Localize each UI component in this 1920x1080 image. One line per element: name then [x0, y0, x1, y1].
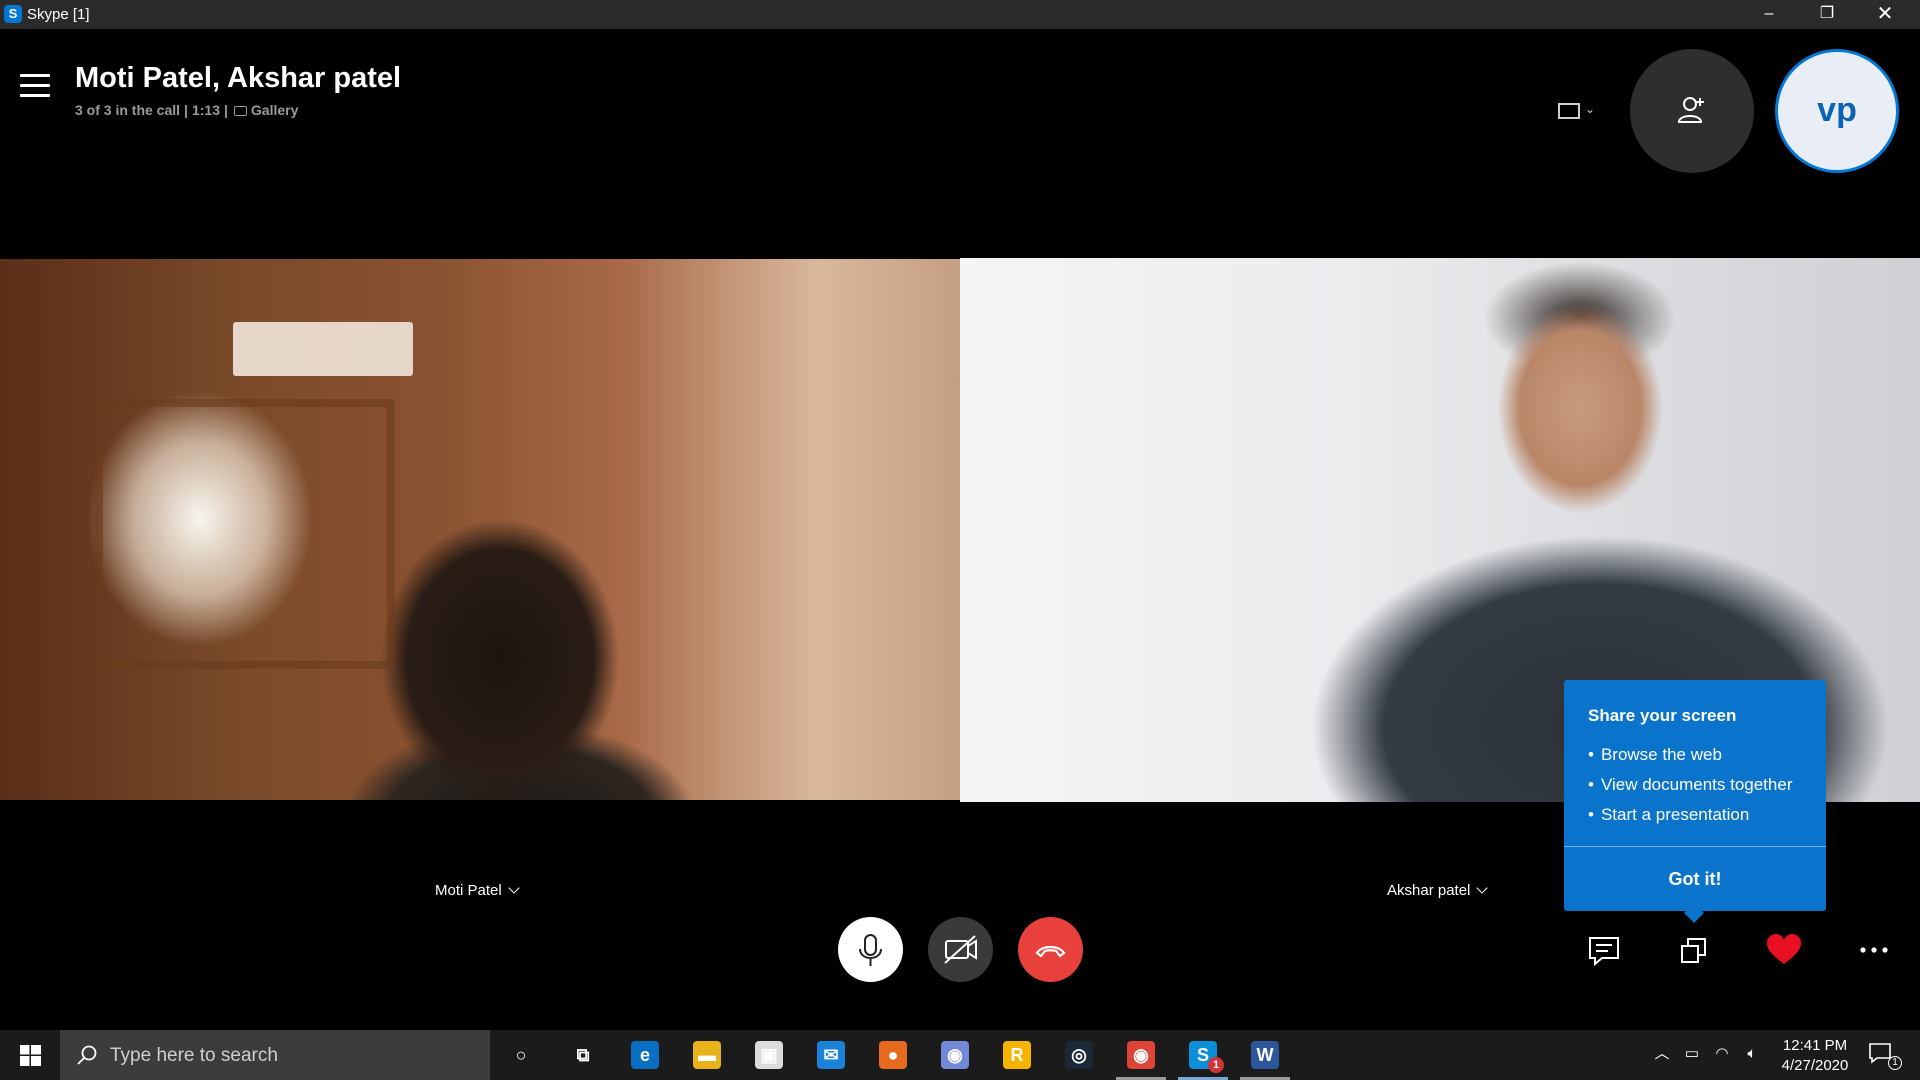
battery-icon[interactable]: ▭ [1682, 1044, 1702, 1064]
self-avatar[interactable]: vp [1775, 49, 1899, 173]
tooltip-list: Browse the web View documents together S… [1588, 740, 1793, 830]
wifi-icon[interactable]: ◠ [1712, 1044, 1732, 1064]
chat-icon [1589, 937, 1619, 967]
taskbar-app-file-explorer[interactable]: ▬ [676, 1030, 738, 1080]
word-icon: W [1251, 1041, 1279, 1069]
taskbar-app-firefox[interactable]: ● [862, 1030, 924, 1080]
gallery-icon [233, 106, 247, 116]
chrome-icon: ◉ [1127, 1041, 1155, 1069]
taskbar-app-discord[interactable]: ◉ [924, 1030, 986, 1080]
volume-icon[interactable]: 🔈︎ [1742, 1044, 1762, 1064]
windows-taskbar: Type here to search ○ ⧉ e ▬ ▣ ✉ ● ◉ R ◎ ◉ S 1 W ︿ ▭ ◠… [0, 1030, 1920, 1080]
title-bar: S Skype [1] – ❐ ✕ [0, 0, 1920, 29]
minimize-button[interactable]: – [1740, 0, 1798, 29]
tooltip-item: View documents together [1588, 770, 1793, 800]
call-title: Moti Patel, Akshar patel [75, 62, 402, 94]
microphone-icon [859, 934, 882, 966]
react-button[interactable] [1764, 932, 1804, 968]
chevron-down-icon: ⌄ [1585, 102, 1596, 116]
action-center-button[interactable]: 1 [1868, 1042, 1902, 1070]
rockstar-icon: R [1003, 1041, 1031, 1069]
discord-icon: ◉ [941, 1041, 969, 1069]
store-icon: ▣ [755, 1041, 783, 1069]
heart-icon [1767, 934, 1801, 964]
chevron-down-icon [1476, 882, 1489, 894]
taskbar-app-task-view[interactable]: ⧉ [552, 1030, 614, 1080]
share-screen-button[interactable] [1674, 932, 1714, 968]
edge-icon: e [631, 1041, 659, 1069]
fullscreen-icon [1558, 103, 1580, 119]
menu-icon[interactable] [20, 74, 50, 98]
call-status: 3 of 3 in the call | 1:13 | Gallery [75, 102, 299, 118]
tooltip-item: Browse the web [1588, 740, 1792, 770]
add-person-icon [1678, 97, 1704, 123]
tooltip-item: Start a presentation [1588, 800, 1792, 830]
share-screen-icon [1681, 938, 1706, 963]
participant-name-moti[interactable]: Moti Patel [435, 882, 520, 899]
more-icon [1860, 947, 1888, 953]
steam-icon: ◎ [1065, 1041, 1093, 1069]
share-screen-tooltip: Share your screen Browse the web View do… [1564, 680, 1826, 923]
view-mode[interactable]: Gallery [251, 102, 298, 118]
chevron-down-icon [508, 882, 520, 894]
skype-app-icon: S [4, 5, 22, 23]
task-view-icon: ⧉ [576, 1045, 590, 1065]
taskbar-app-store[interactable]: ▣ [738, 1030, 800, 1080]
chat-button[interactable] [1584, 932, 1624, 968]
video-off-icon [944, 935, 977, 964]
mail-icon: ✉ [817, 1041, 845, 1069]
cortana-icon: ○ [515, 1045, 527, 1065]
search-placeholder: Type here to search [110, 1045, 278, 1066]
windows-logo-icon [20, 1045, 41, 1066]
close-button[interactable]: ✕ [1856, 0, 1914, 29]
got-it-button[interactable]: Got it! [1564, 847, 1826, 911]
clock-date: 4/27/2020 [1781, 1057, 1849, 1074]
call-duration: 1:13 [191, 102, 220, 118]
chevron-up-icon[interactable]: ︿ [1652, 1044, 1672, 1064]
mute-button[interactable] [838, 917, 903, 982]
taskbar-app-skype[interactable]: S1 [1172, 1030, 1234, 1080]
taskbar-app-word[interactable]: W [1234, 1030, 1296, 1080]
clock-time: 12:41 PM [1782, 1037, 1848, 1054]
video-moti-patel [0, 259, 960, 800]
restore-button[interactable]: ❐ [1798, 0, 1856, 29]
taskbar-clock[interactable]: 12:41 PM 4/27/2020 [1770, 1036, 1860, 1076]
fullscreen-button[interactable]: ⌄ [1552, 96, 1602, 126]
taskbar-app-rockstar[interactable]: R [986, 1030, 1048, 1080]
video-toggle-button[interactable] [928, 917, 993, 982]
start-button[interactable] [0, 1030, 60, 1080]
end-call-button[interactable] [1018, 917, 1083, 982]
tooltip-title: Share your screen [1588, 706, 1737, 725]
taskbar-app-chrome[interactable]: ◉ [1110, 1030, 1172, 1080]
taskbar-app-edge[interactable]: e [614, 1030, 676, 1080]
taskbar-search[interactable]: Type here to search [60, 1030, 490, 1080]
window-title: Skype [1] [27, 6, 90, 23]
hang-up-icon [1035, 945, 1066, 958]
more-options-button[interactable] [1854, 932, 1894, 968]
taskbar-app-cortana[interactable]: ○ [490, 1030, 552, 1080]
add-participant-button[interactable] [1630, 49, 1754, 173]
taskbar-app-steam[interactable]: ◎ [1048, 1030, 1110, 1080]
skype-badge: 1 [1208, 1057, 1224, 1073]
participant-count: 3 of 3 in the call [75, 102, 181, 118]
notification-badge: 1 [1888, 1056, 1902, 1070]
firefox-icon: ● [879, 1041, 907, 1069]
participant-name-akshar[interactable]: Akshar patel [1387, 882, 1489, 899]
file-explorer-icon: ▬ [693, 1041, 721, 1069]
search-icon [77, 1045, 97, 1065]
taskbar-app-mail[interactable]: ✉ [800, 1030, 862, 1080]
